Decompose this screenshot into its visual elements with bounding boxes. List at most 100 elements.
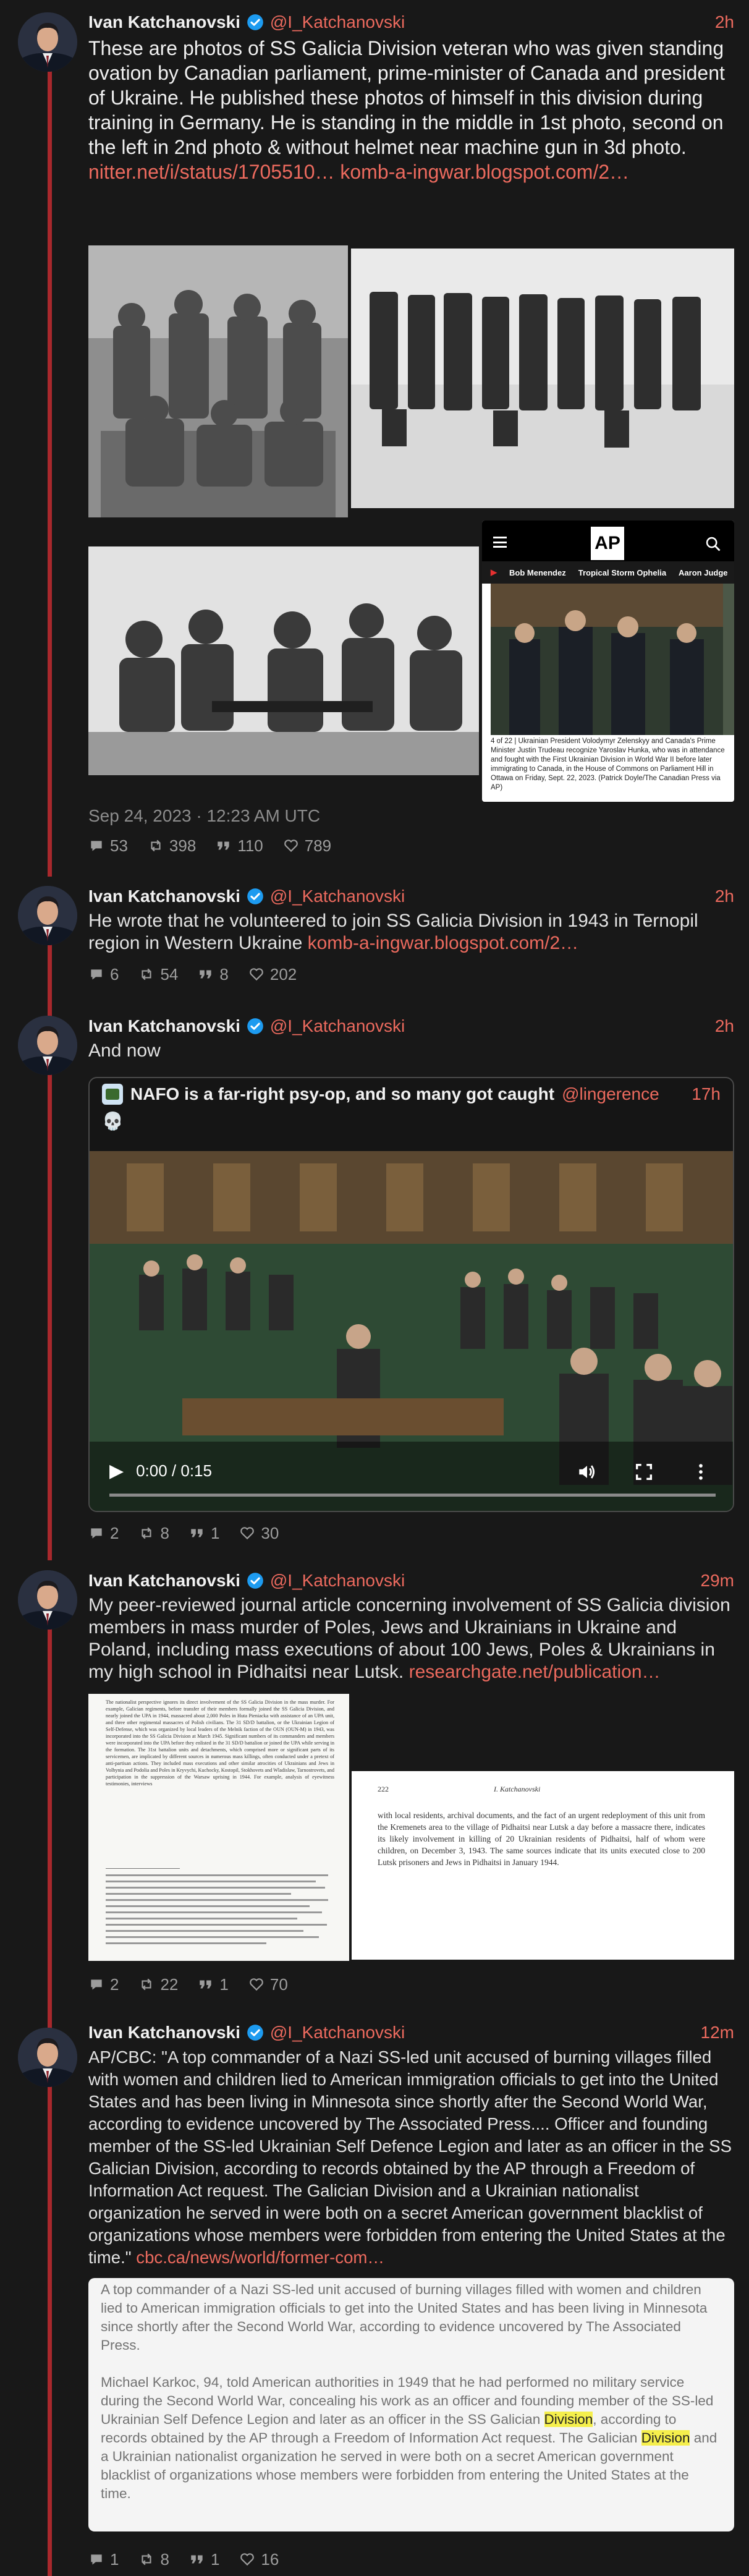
- thread-line: [48, 2070, 52, 2576]
- nav-item[interactable]: Tropical Storm Ophelia: [578, 568, 666, 577]
- tweet-time[interactable]: 2h: [715, 886, 734, 906]
- volume-icon[interactable]: [577, 1461, 598, 1482]
- avatar[interactable]: [18, 2028, 77, 2087]
- verified-icon: [247, 1018, 264, 1035]
- author-handle[interactable]: @I_Katchanovski: [270, 12, 405, 32]
- search-icon[interactable]: [705, 535, 722, 553]
- retweet-button[interactable]: 22: [138, 1975, 178, 1994]
- quote-button[interactable]: 1: [189, 1524, 219, 1543]
- thread: Ivan Katchanovski @I_Katchanovski 2h The…: [0, 0, 749, 2576]
- tweet: Ivan Katchanovski @I_Katchanovski 12m AP…: [88, 2019, 734, 2269]
- quoted-tweet[interactable]: NAFO is a far-right psy-op, and so many …: [88, 1077, 734, 1512]
- like-button[interactable]: 30: [239, 1524, 279, 1543]
- author-name[interactable]: Ivan Katchanovski: [88, 12, 240, 32]
- quote-button[interactable]: 1: [189, 2550, 219, 2569]
- photo-machine-gun[interactable]: [88, 546, 479, 775]
- play-icon[interactable]: ▶: [109, 1460, 124, 1482]
- author-name[interactable]: Ivan Katchanovski: [88, 1016, 240, 1036]
- author-handle[interactable]: @I_Katchanovski: [270, 886, 405, 906]
- comment-button[interactable]: 1: [88, 2550, 119, 2569]
- tweet-links[interactable]: nitter.net/i/status/1705510… komb-a-ingw…: [88, 161, 629, 183]
- nav-item[interactable]: Aaron Judge: [679, 568, 727, 577]
- retweet-button[interactable]: 8: [138, 1524, 169, 1543]
- tweet-link[interactable]: researchgate.net/publication…: [409, 1662, 661, 1682]
- page-number: 222: [378, 1785, 389, 1793]
- quote-author-handle[interactable]: @lingerence: [562, 1084, 659, 1104]
- author-handle[interactable]: @I_Katchanovski: [270, 1571, 405, 1591]
- comment-button[interactable]: 53: [88, 836, 128, 856]
- quote-button[interactable]: 110: [216, 836, 263, 856]
- nav-item[interactable]: Bob Menendez: [509, 568, 566, 577]
- comment-button[interactable]: 2: [88, 1975, 119, 1994]
- highlighted-term: Division: [641, 2430, 690, 2446]
- tweet-date[interactable]: Sep 24, 2023 · 12:23 AM UTC: [88, 806, 734, 831]
- retweet-button[interactable]: 8: [138, 2550, 169, 2569]
- ap-photo[interactable]: [491, 584, 723, 735]
- heart-icon: [239, 2551, 255, 2567]
- tweet: Ivan Katchanovski @I_Katchanovski 29m My…: [88, 1567, 734, 1683]
- author-handle[interactable]: @I_Katchanovski: [270, 2023, 405, 2043]
- photo-soldiers-group[interactable]: [88, 245, 348, 517]
- tweet-footer: 2 22 1 70: [88, 1972, 734, 1997]
- video-time: 0:00 / 0:15: [136, 1461, 212, 1480]
- running-head: I. Katchanovski: [494, 1785, 541, 1793]
- more-options-icon[interactable]: [690, 1461, 711, 1482]
- quote-author-name[interactable]: NAFO is a far-right psy-op, and so many …: [130, 1084, 554, 1104]
- quote-icon: [189, 1525, 205, 1541]
- fullscreen-icon[interactable]: [633, 1461, 654, 1482]
- retweet-button[interactable]: 398: [148, 836, 196, 856]
- like-button[interactable]: 202: [248, 965, 297, 984]
- tweet-time[interactable]: 12m: [701, 2023, 734, 2043]
- tweet-time[interactable]: 2h: [715, 1016, 734, 1036]
- author-name[interactable]: Ivan Katchanovski: [88, 1571, 240, 1591]
- avatar[interactable]: [18, 1016, 77, 1075]
- tweet: Ivan Katchanovski @I_Katchanovski 2h The…: [88, 9, 734, 184]
- article-excerpt: A top commander of a Nazi SS-led unit ac…: [88, 2278, 734, 2531]
- video-player[interactable]: [90, 1151, 733, 1511]
- photo-snow-formation[interactable]: [351, 249, 734, 508]
- article-page-left[interactable]: The nationalist perspective ignores its …: [88, 1694, 349, 1961]
- tweet-time[interactable]: 2h: [715, 12, 734, 32]
- heart-icon: [239, 1525, 255, 1541]
- tweet-footer: 2 8 1 30: [88, 1521, 734, 1545]
- article-page-right[interactable]: 222 I. Katchanovski with local residents…: [352, 1771, 734, 1960]
- tweet-footer: Sep 24, 2023 · 12:23 AM UTC 53 398 110 7…: [88, 806, 734, 858]
- avatar[interactable]: [18, 12, 77, 72]
- quote-button[interactable]: 1: [198, 1975, 229, 1994]
- quote-avatar[interactable]: [102, 1084, 123, 1105]
- verified-icon: [247, 888, 264, 905]
- comment-icon: [88, 1976, 104, 1992]
- ap-caption: 4 of 22 | Ukrainian President Volodymyr …: [491, 738, 725, 791]
- tweet-time[interactable]: 29m: [701, 1571, 734, 1591]
- quote-text: 💀: [102, 1112, 124, 1131]
- avatar[interactable]: [18, 886, 77, 945]
- tweet: Ivan Katchanovski @I_Katchanovski 2h He …: [88, 883, 734, 987]
- comment-button[interactable]: 2: [88, 1524, 119, 1543]
- tweet-text: He wrote that he volunteered to join SS …: [88, 911, 698, 953]
- quote-icon: [216, 838, 232, 854]
- comment-button[interactable]: 6: [88, 965, 119, 984]
- quote-button[interactable]: 8: [198, 965, 229, 984]
- tweet-link[interactable]: cbc.ca/news/world/former-com…: [136, 2248, 384, 2267]
- highlighted-term: Division: [544, 2412, 593, 2427]
- retweet-icon: [138, 1525, 154, 1541]
- author-name[interactable]: Ivan Katchanovski: [88, 886, 240, 906]
- quote-icon: [198, 1976, 214, 1992]
- avatar[interactable]: [18, 1570, 77, 1630]
- like-button[interactable]: 789: [283, 836, 331, 856]
- excerpt-paragraph: Michael Karkoc, 94, told American author…: [101, 2374, 717, 2501]
- like-button[interactable]: 70: [248, 1975, 288, 1994]
- excerpt-paragraph: A top commander of a Nazi SS-led unit ac…: [101, 2282, 708, 2353]
- tweet-link[interactable]: komb-a-ingwar.blogspot.com/2…: [308, 933, 579, 953]
- thread-line: [48, 1605, 52, 2034]
- author-handle[interactable]: @I_Katchanovski: [270, 1016, 405, 1036]
- quote-time[interactable]: 17h: [692, 1084, 721, 1104]
- verified-icon: [247, 2024, 264, 2041]
- thread-line: [48, 48, 52, 877]
- comment-icon: [88, 838, 104, 854]
- author-name[interactable]: Ivan Katchanovski: [88, 2023, 240, 2043]
- retweet-button[interactable]: 54: [138, 965, 178, 984]
- ap-news-screenshot[interactable]: AP ▶ Bob Menendez Tropical Storm Ophelia…: [482, 521, 734, 802]
- quote-icon: [189, 2551, 205, 2567]
- like-button[interactable]: 16: [239, 2550, 279, 2569]
